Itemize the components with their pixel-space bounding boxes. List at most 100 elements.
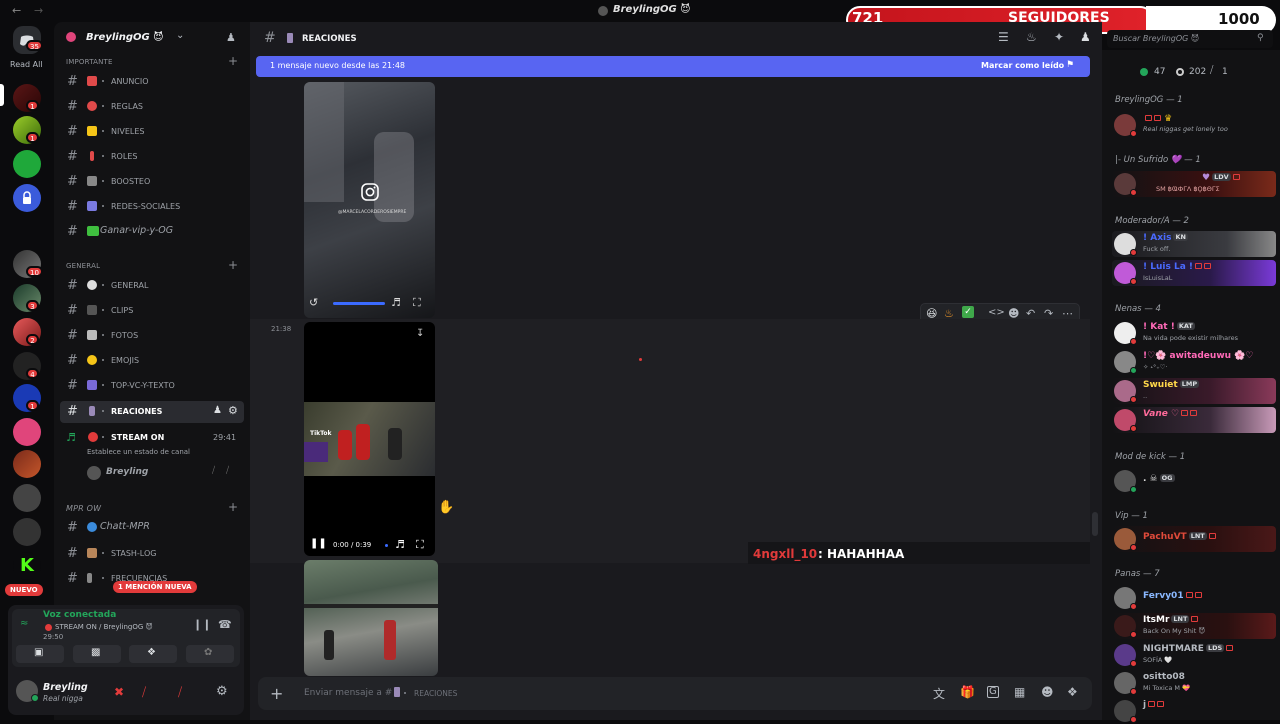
- add-attachment-icon[interactable]: +: [270, 684, 283, 703]
- check-reaction-icon[interactable]: ✓: [962, 306, 974, 318]
- bell-icon[interactable]: ♨: [1026, 30, 1037, 44]
- mic-off-icon[interactable]: ⧸: [142, 685, 146, 700]
- pin-icon[interactable]: ✦: [1054, 30, 1064, 44]
- camera-off-button[interactable]: ▣: [16, 645, 64, 663]
- voice-channel-stream[interactable]: ♬ STREAM ON 29:41: [60, 427, 244, 449]
- translate-icon[interactable]: 文: [933, 685, 945, 702]
- channel-reaciones[interactable]: # REACIONES ♟ ⚙: [60, 401, 244, 423]
- kick-icon[interactable]: K: [13, 552, 41, 580]
- disconnect-icon[interactable]: ☎: [218, 618, 232, 631]
- add-member-icon[interactable]: ♟: [226, 31, 236, 44]
- channel-niveles[interactable]: # NIVELES: [60, 121, 244, 143]
- mic-muted-icon[interactable]: ✖: [114, 685, 124, 699]
- channel-roles[interactable]: # ROLES: [60, 146, 244, 168]
- emoji-icon[interactable]: ☻: [1041, 685, 1054, 699]
- member-item[interactable]: Vane ♡: [1112, 407, 1276, 433]
- noise-suppression-icon[interactable]: ❙❙: [193, 618, 211, 631]
- channel-vip[interactable]: # Ganar-vip-y-OG: [60, 221, 244, 243]
- member-list-icon[interactable]: ♟: [1080, 30, 1091, 44]
- member-item[interactable]: ♛ Real niggas get lonely too: [1112, 112, 1276, 138]
- fullscreen-icon[interactable]: ⛶: [413, 296, 421, 310]
- new-mention-badge[interactable]: 1 MENCIÓN NUEVA: [113, 581, 197, 593]
- volume-icon[interactable]: ♬: [395, 538, 405, 551]
- voice-user-name[interactable]: Breyling: [106, 467, 148, 477]
- member-item[interactable]: ! Luis La ! IsLuisLaL: [1112, 260, 1276, 286]
- fullscreen-icon[interactable]: ⛶: [416, 538, 424, 552]
- voice-connected-title[interactable]: Voz conectada: [43, 610, 116, 620]
- volume-slider[interactable]: [333, 302, 385, 305]
- channel-general[interactable]: # GENERAL: [60, 275, 244, 297]
- scrollbar[interactable]: [1092, 512, 1098, 536]
- user-name[interactable]: Breyling: [43, 682, 88, 693]
- apps-icon[interactable]: ❖: [1067, 685, 1078, 699]
- server-name[interactable]: BreylingOG 😈: [86, 32, 164, 43]
- settings-gear-icon[interactable]: ⚙: [216, 684, 228, 699]
- channel-clips[interactable]: # CLIPS: [60, 300, 244, 322]
- server-icon-9[interactable]: [13, 418, 41, 446]
- headset-off-icon[interactable]: ⧸: [178, 685, 182, 700]
- gif-icon[interactable]: G: [987, 686, 999, 698]
- forward-arrow-icon[interactable]: →: [34, 4, 43, 17]
- channel-reglas[interactable]: # REGLAS: [60, 96, 244, 118]
- new-badge[interactable]: NUEVO: [5, 584, 43, 596]
- download-icon[interactable]: ↧: [416, 328, 424, 339]
- new-messages-bar[interactable]: 1 mensaje nuevo desde las 21:48 Marcar c…: [256, 56, 1090, 77]
- add-channel-icon[interactable]: +: [228, 500, 238, 514]
- activities-button[interactable]: ❖: [129, 645, 177, 663]
- message-composer[interactable]: + Enviar mensaje a # REACIONES 文 🎁 G ▦ ☻…: [258, 677, 1092, 710]
- add-channel-icon[interactable]: +: [228, 258, 238, 272]
- channel-top[interactable]: # TOP-VC-Y-TEXTO: [60, 375, 244, 397]
- channel-stash-log[interactable]: # STASH-LOG: [60, 543, 244, 565]
- channel-emojis[interactable]: # EMOJIS: [60, 350, 244, 372]
- threads-icon[interactable]: ☰: [998, 30, 1009, 44]
- member-item[interactable]: !♡🌸 awitadeuwu 🌸♡ ✧ ˖°₊♡·: [1112, 349, 1276, 375]
- channel-status[interactable]: Establece un estado de canal: [87, 448, 190, 456]
- member-item[interactable]: ! Kat ! KAT Na vida pode existir milhares: [1112, 320, 1276, 346]
- gear-icon[interactable]: ⚙: [228, 404, 238, 417]
- video-embed-tiktok[interactable]: ↧ TikTok ❚❚ 0:00 / 0:39 ♬ ⛶: [304, 322, 435, 556]
- gift-icon[interactable]: 🎁: [960, 685, 975, 699]
- channel-boosteo[interactable]: # BOOSTEO: [60, 171, 244, 193]
- member-item[interactable]: ♥ LDV SΜ ฿ҨФΓΛ ฿Ϙ฿ΘΓΣ: [1112, 171, 1276, 197]
- mark-as-read-button[interactable]: Marcar como leído: [981, 61, 1064, 70]
- channel-redes[interactable]: # REDES-SOCIALES: [60, 196, 244, 218]
- member-item[interactable]: ositto08 Mi Toxica M 💝: [1112, 670, 1276, 696]
- member-item[interactable]: PachuVT LNT: [1112, 526, 1276, 552]
- pause-icon[interactable]: ❚❚: [310, 538, 327, 549]
- invite-icon[interactable]: ♟: [213, 405, 222, 416]
- lock-server-icon[interactable]: [13, 184, 41, 212]
- volume-icon[interactable]: ♬: [391, 296, 401, 309]
- image-attachment[interactable]: [304, 560, 438, 676]
- server-icon-3[interactable]: [13, 150, 41, 178]
- category-general[interactable]: GENERAL: [66, 262, 100, 270]
- channel-fotos[interactable]: # FOTOS: [60, 325, 244, 347]
- voice-location[interactable]: STREAM ON / BreylingOG 😈: [55, 623, 153, 631]
- user-status[interactable]: Real nigga: [43, 694, 83, 703]
- code-icon[interactable]: <>: [988, 307, 1005, 318]
- chevron-down-icon[interactable]: ⌄: [176, 30, 184, 41]
- category-importante[interactable]: IMPORTANTE: [66, 58, 113, 66]
- category-mprow[interactable]: MPR OW: [66, 504, 101, 513]
- soundboard-button[interactable]: ✿: [186, 645, 234, 663]
- read-all-button[interactable]: Read All: [10, 60, 43, 69]
- channel-anuncio[interactable]: # ANUNCIO: [60, 71, 244, 93]
- server-icon-12[interactable]: [13, 518, 41, 546]
- member-item[interactable]: ItsMr LNT Back On My Shit 😈: [1112, 613, 1276, 639]
- server-icon-11[interactable]: [13, 484, 41, 512]
- composer-placeholder[interactable]: Enviar mensaje a #: [304, 688, 392, 698]
- member-item[interactable]: Fervy01: [1112, 585, 1276, 611]
- member-item[interactable]: . ☠ OG: [1112, 468, 1276, 494]
- search-box[interactable]: Buscar BreylingOG 😈 ⚲: [1107, 30, 1273, 48]
- member-item[interactable]: Swuiet LMP..: [1112, 378, 1276, 404]
- member-item[interactable]: ! Axis KN Fuck off.: [1112, 231, 1276, 257]
- server-icon-10[interactable]: [13, 450, 41, 478]
- add-channel-icon[interactable]: +: [228, 54, 238, 68]
- screen-share-button[interactable]: ▩: [73, 645, 121, 663]
- back-arrow-icon[interactable]: ←: [12, 4, 21, 17]
- channel-chatt-mpr[interactable]: # Chatt-MPR: [60, 517, 244, 539]
- replay-icon[interactable]: ↺: [309, 296, 318, 309]
- volume-dot[interactable]: [385, 544, 388, 547]
- sticker-icon[interactable]: ▦: [1014, 685, 1025, 699]
- video-embed-instagram[interactable]: @MARCELACORDEROSIEMPRE ↺ ♬ ⛶: [304, 82, 435, 318]
- member-item[interactable]: NIGHTMARE LDS SOFÍA 🤍: [1112, 642, 1276, 668]
